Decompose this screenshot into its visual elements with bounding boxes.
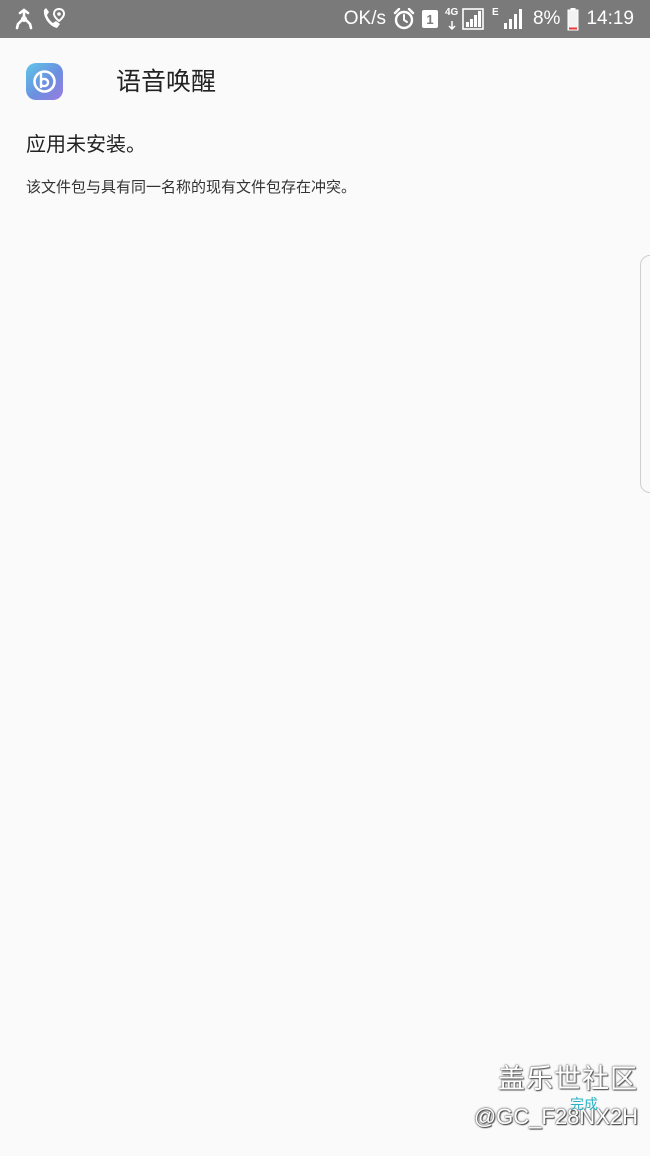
install-status-title: 应用未安装。: [26, 132, 146, 156]
edge-panel-handle[interactable]: [640, 255, 650, 493]
bixby-voice-icon: [26, 63, 63, 100]
alarm-icon: [393, 8, 415, 30]
status-bar-left: [14, 6, 66, 32]
watermark-site: 盖乐世社区: [498, 1064, 638, 1095]
usb-debug-icon: [14, 8, 34, 30]
network-speed: OK/s: [343, 8, 386, 29]
wifi-calling-icon: [40, 7, 66, 31]
signal-4g-icon: 4G: [445, 7, 485, 31]
watermark-user: @GC_F28NX2H: [473, 1104, 638, 1129]
install-error-message: 该文件包与具有同一名称的现有文件包存在冲突。: [26, 178, 357, 196]
status-bar-right: OK/s 1 4G E 8% 14:19: [344, 6, 634, 32]
battery-percent: 8%: [532, 8, 561, 29]
done-button[interactable]: 完成: [570, 1096, 598, 1114]
sim-slot-icon: 1: [421, 10, 438, 28]
signal-e-icon: E: [492, 7, 526, 31]
clock: 14:19: [586, 8, 634, 29]
watermark: 盖乐世社区 @GC_F28NX2H: [474, 1063, 638, 1131]
battery-icon: [567, 7, 579, 31]
app-title: 语音唤醒: [116, 67, 217, 96]
status-bar: OK/s 1 4G E 8% 14:19: [0, 0, 650, 38]
